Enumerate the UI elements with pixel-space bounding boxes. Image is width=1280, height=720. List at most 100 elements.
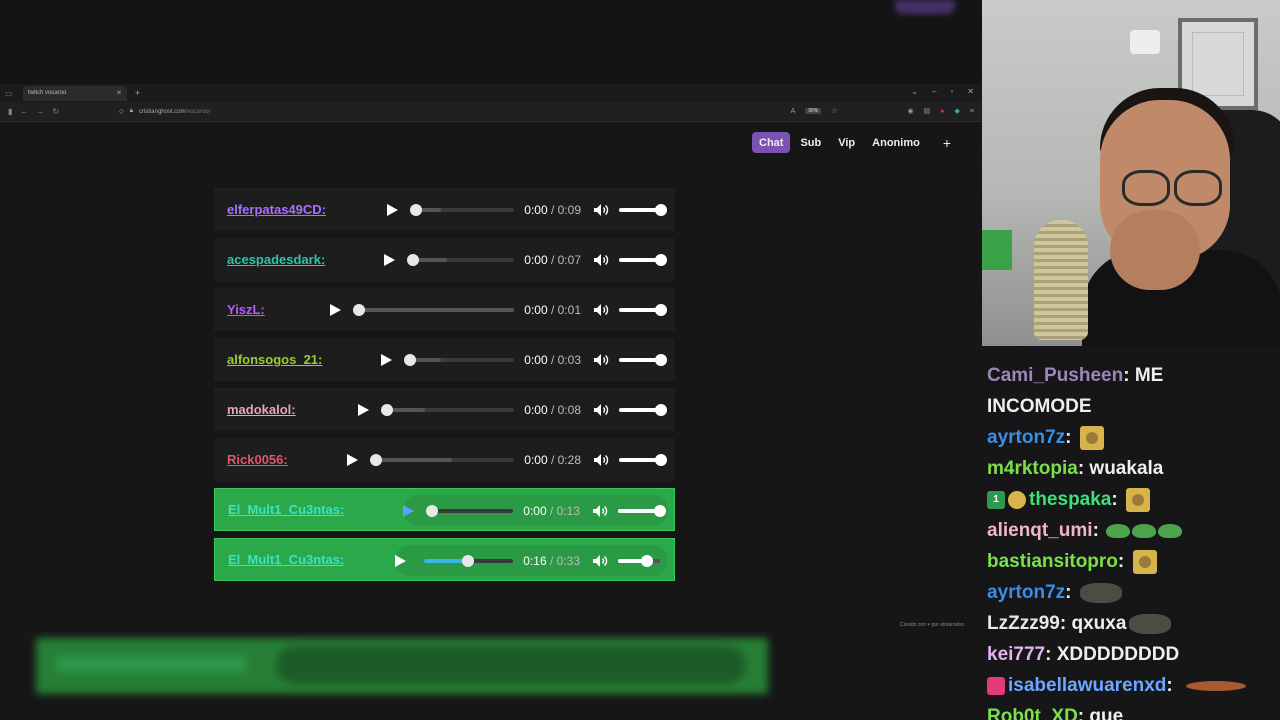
chat-username[interactable]: kei777 xyxy=(987,644,1045,665)
volume-slider[interactable] xyxy=(619,403,667,416)
audio-username-link[interactable]: Rick0056: xyxy=(227,452,288,467)
forward-icon[interactable]: → xyxy=(36,107,44,116)
volume-handle[interactable] xyxy=(655,353,667,366)
seek-slider[interactable] xyxy=(353,303,515,316)
volume-icon[interactable] xyxy=(592,504,608,518)
volume-icon[interactable] xyxy=(593,253,609,267)
audio-username-link[interactable]: El_Mult1_Cu3ntas: xyxy=(228,502,344,517)
chat-username[interactable]: alienqt_umi xyxy=(987,520,1093,541)
chat-username[interactable]: LzZzz99 xyxy=(987,613,1060,634)
add-tab-button[interactable]: + xyxy=(936,132,958,153)
volume-handle[interactable] xyxy=(641,554,654,567)
seek-slider[interactable] xyxy=(407,253,515,266)
chat-username[interactable]: Rob0t_XD xyxy=(987,706,1078,720)
play-icon[interactable] xyxy=(403,504,415,517)
volume-slider[interactable] xyxy=(619,203,667,216)
tab-list-icon[interactable]: ⌄ xyxy=(911,87,918,96)
current-time: 0:00 xyxy=(524,302,548,317)
audio-player: 0:00 / 0:03 xyxy=(381,344,669,375)
seek-handle[interactable] xyxy=(404,353,417,366)
seek-slider[interactable] xyxy=(370,453,515,466)
window-menu-icon[interactable]: ▭ xyxy=(5,89,15,98)
extension-red-icon[interactable]: ● xyxy=(940,108,944,115)
translate-icon[interactable]: A xyxy=(791,108,796,115)
maximize-icon[interactable]: ▫ xyxy=(950,87,953,96)
seek-buffer xyxy=(359,307,515,312)
volume-slider[interactable] xyxy=(619,253,667,266)
seek-handle[interactable] xyxy=(461,554,474,567)
bookmark-star-icon[interactable]: ☆ xyxy=(831,107,837,115)
nav-vip[interactable]: Vip xyxy=(831,132,862,153)
play-icon[interactable] xyxy=(381,353,393,366)
nav-sub[interactable]: Sub xyxy=(793,132,828,153)
chat-username[interactable]: ayrton7z xyxy=(987,427,1065,448)
chat-username[interactable]: m4rktopia xyxy=(987,458,1078,479)
volume-icon[interactable] xyxy=(592,554,608,568)
menu-icon[interactable]: ≡ xyxy=(970,108,974,115)
nav-chat[interactable]: Chat xyxy=(752,132,791,153)
back-icon[interactable]: ← xyxy=(20,107,28,116)
volume-handle[interactable] xyxy=(654,504,666,517)
volume-handle[interactable] xyxy=(655,303,667,316)
play-icon[interactable] xyxy=(384,253,396,266)
volume-slider[interactable] xyxy=(618,554,660,567)
chat-username[interactable]: Cami_Pusheen xyxy=(987,365,1123,386)
url-field[interactable]: ◇ 🔒︎ cristianghost.com/vocaroo/ xyxy=(119,108,210,115)
play-icon[interactable] xyxy=(358,403,370,416)
face-emote-icon xyxy=(1079,425,1104,450)
extension-blue-icon[interactable]: ◆ xyxy=(955,107,960,115)
seek-handle[interactable] xyxy=(426,504,439,517)
play-icon[interactable] xyxy=(387,203,399,216)
seek-slider[interactable] xyxy=(426,504,514,517)
seek-slider[interactable] xyxy=(410,203,515,216)
volume-handle[interactable] xyxy=(655,403,667,416)
volume-icon[interactable] xyxy=(593,303,609,317)
new-tab-icon[interactable]: + xyxy=(135,88,140,98)
chat-message: alienqt_umi: xyxy=(987,515,1280,546)
chat-username[interactable]: isabellawuarenxd xyxy=(1008,675,1166,696)
chat-message: kei777: XDDDDDDDD xyxy=(987,644,1180,665)
audio-username-link[interactable]: elferpatas49CD: xyxy=(227,202,326,217)
play-icon[interactable] xyxy=(395,554,407,567)
play-icon[interactable] xyxy=(347,453,359,466)
audio-username-link[interactable]: acespadesdark: xyxy=(227,252,325,267)
seek-slider[interactable] xyxy=(404,353,515,366)
seek-slider[interactable] xyxy=(381,403,515,416)
volume-slider[interactable] xyxy=(618,504,666,517)
audio-username-link[interactable]: El_Mult1_Cu3ntas: xyxy=(228,552,344,567)
seek-handle[interactable] xyxy=(410,203,423,216)
audio-username-link[interactable]: madokalol: xyxy=(227,402,296,417)
volume-slider[interactable] xyxy=(619,303,667,316)
volume-icon[interactable] xyxy=(593,353,609,367)
audio-username-link[interactable]: alfonsogos_21: xyxy=(227,352,322,367)
seek-handle[interactable] xyxy=(370,453,383,466)
volume-slider[interactable] xyxy=(619,453,667,466)
volume-handle[interactable] xyxy=(655,253,667,266)
volume-slider[interactable] xyxy=(619,353,667,366)
zoom-level[interactable]: 90% xyxy=(805,108,822,114)
browser-tab[interactable]: twitch vocaroo ✕ xyxy=(23,85,127,101)
chat-message: ayrton7z: xyxy=(987,422,1280,453)
chat-username[interactable]: bastiansitopro xyxy=(987,551,1118,572)
account-icon[interactable]: ◉ xyxy=(908,107,914,115)
close-window-icon[interactable]: ✕ xyxy=(967,87,974,96)
volume-icon[interactable] xyxy=(593,403,609,417)
volume-icon[interactable] xyxy=(593,203,609,217)
extensions-icon[interactable]: ▤ xyxy=(924,107,931,115)
audio-username-link[interactable]: YiszL: xyxy=(227,302,265,317)
seek-handle[interactable] xyxy=(353,303,366,316)
chat-username[interactable]: thespaka xyxy=(1029,489,1111,510)
seek-slider[interactable] xyxy=(424,554,514,567)
volume-icon[interactable] xyxy=(593,453,609,467)
seek-handle[interactable] xyxy=(381,403,394,416)
nav-anonimo[interactable]: Anonimo xyxy=(865,132,927,153)
reload-icon[interactable]: ↻ xyxy=(52,107,59,116)
tab-close-icon[interactable]: ✕ xyxy=(116,89,122,97)
play-icon[interactable] xyxy=(330,303,342,316)
volume-handle[interactable] xyxy=(655,203,667,216)
seek-handle[interactable] xyxy=(407,253,420,266)
chat-username[interactable]: ayrton7z xyxy=(987,582,1065,603)
minimize-icon[interactable]: – xyxy=(932,87,936,96)
volume-handle[interactable] xyxy=(655,453,667,466)
sidebar-icon[interactable]: ▮ xyxy=(8,107,12,116)
